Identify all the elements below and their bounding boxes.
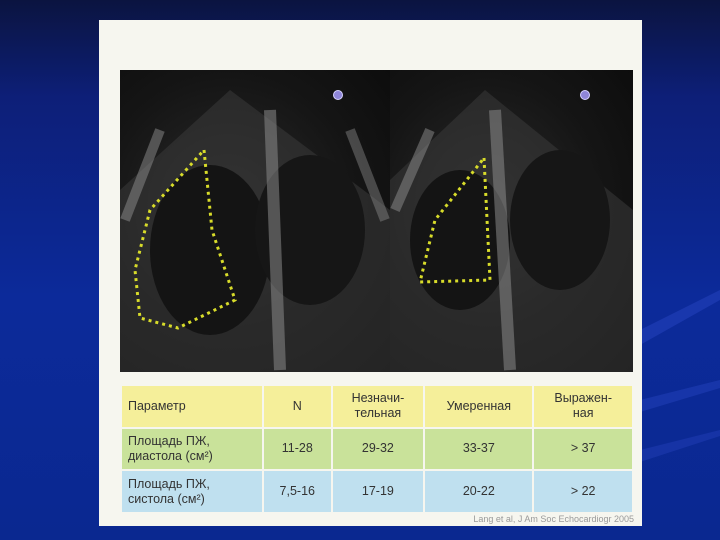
- header-parameter: Параметр: [122, 386, 262, 427]
- row-label-diastole: Площадь ПЖ, диастола (см²): [122, 428, 262, 470]
- row-label-systole: Площадь ПЖ, систола (см²): [122, 471, 262, 512]
- orientation-marker: [333, 90, 343, 100]
- cell-value: 17-19: [332, 471, 424, 512]
- header-mild: Незначи- тельная: [332, 386, 424, 427]
- header-normal: N: [264, 386, 331, 427]
- figure-card: Параметр N Незначи- тельная Умеренная Вы…: [99, 20, 642, 526]
- rv-area-table: Параметр N Незначи- тельная Умеренная Вы…: [120, 384, 634, 514]
- cell-value: 11-28: [264, 428, 331, 470]
- header-severe: Выражен- ная: [534, 386, 632, 427]
- cell-value: 29-32: [332, 428, 424, 470]
- orientation-marker: [580, 90, 590, 100]
- cell-value: 20-22: [425, 471, 533, 512]
- cell-value: 33-37: [425, 428, 533, 470]
- echo-image-systole: [390, 70, 633, 372]
- table-row: Площадь ПЖ, систола (см²) 7,5-16 17-19 2…: [122, 471, 632, 512]
- cell-value: > 37: [534, 428, 632, 470]
- citation: Lang et al, J Am Soc Echocardiogr 2005: [473, 514, 634, 524]
- cell-value: > 22: [534, 471, 632, 512]
- cell-value: 7,5-16: [264, 471, 331, 512]
- table-header-row: Параметр N Незначи- тельная Умеренная Вы…: [122, 386, 632, 427]
- table-row: Площадь ПЖ, диастола (см²) 11-28 29-32 3…: [122, 428, 632, 470]
- header-moderate: Умеренная: [425, 386, 533, 427]
- echo-image-diastole: [120, 70, 390, 372]
